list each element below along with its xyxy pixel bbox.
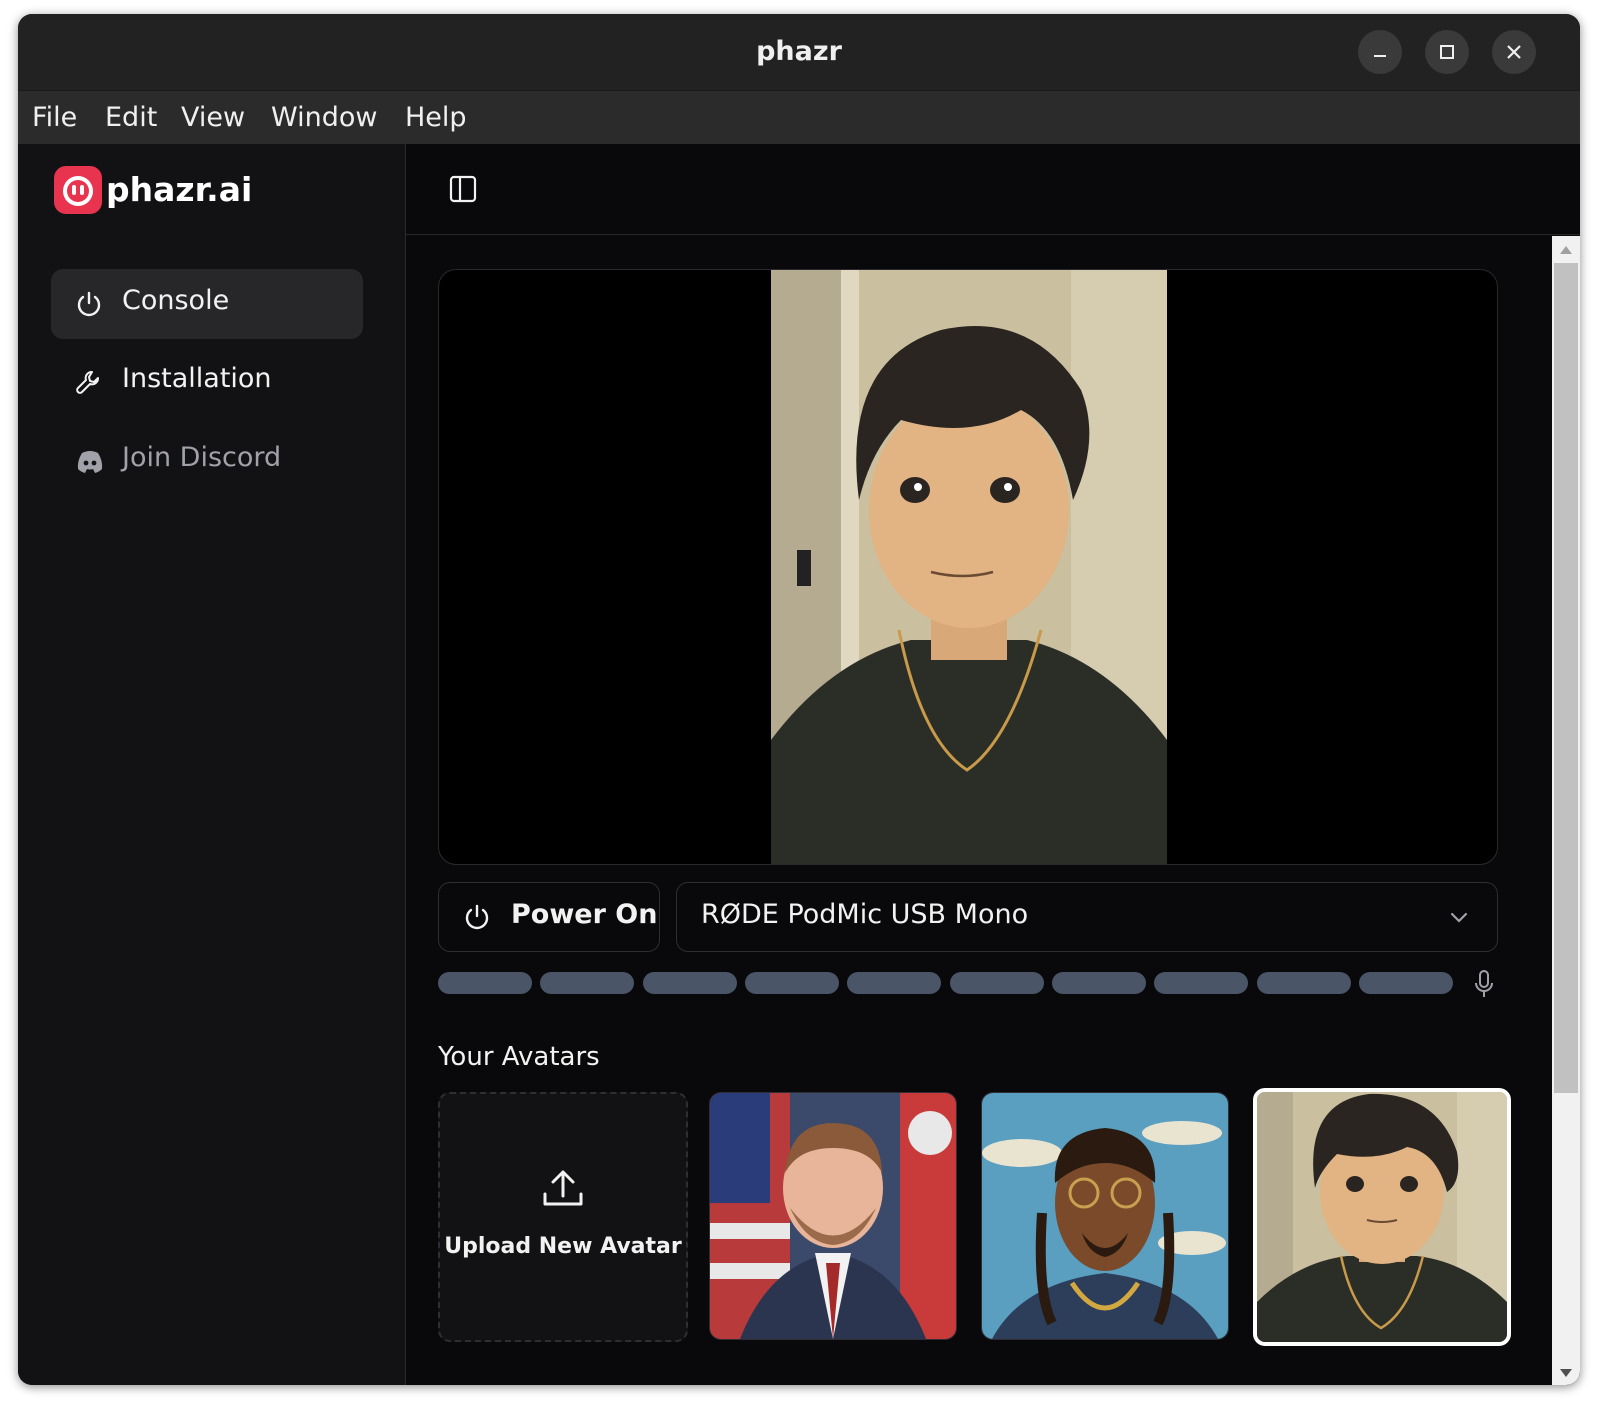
level-segment <box>1154 972 1248 994</box>
level-segment <box>745 972 839 994</box>
avatar-thumbnail <box>710 1093 956 1339</box>
sidebar-toggle-icon[interactable] <box>448 174 478 204</box>
close-button[interactable] <box>1492 30 1536 74</box>
upload-icon <box>543 1170 583 1206</box>
scroll-up-icon[interactable] <box>1560 246 1572 254</box>
minimize-icon <box>1374 55 1386 57</box>
avatar-preview-image <box>771 270 1167 864</box>
main-content: Power On RØDE PodMic USB Mono Your Avata… <box>406 144 1580 1385</box>
phazr-logo-icon <box>54 166 102 214</box>
wrench-icon <box>76 371 99 394</box>
menu-edit[interactable]: Edit <box>105 102 157 133</box>
scrollbar-thumb[interactable] <box>1554 263 1578 1093</box>
sidebar-item-label: Join Discord <box>122 442 282 473</box>
maximize-button[interactable] <box>1425 30 1469 74</box>
menu-window[interactable]: Window <box>271 102 377 133</box>
discord-icon <box>77 451 103 473</box>
logo-text: phazr.ai <box>106 170 253 209</box>
level-segment <box>847 972 941 994</box>
avatar-card[interactable] <box>709 1092 957 1340</box>
avatar-card-selected[interactable] <box>1253 1088 1511 1346</box>
chevron-down-icon <box>1450 912 1468 923</box>
microphone-icon <box>1475 970 1493 997</box>
level-segment <box>540 972 634 994</box>
sidebar-item-label: Console <box>122 285 230 316</box>
top-bar <box>406 144 1580 235</box>
upload-avatar-button[interactable]: Upload New Avatar <box>438 1092 688 1342</box>
sidebar-item-join-discord[interactable]: Join Discord <box>51 426 363 496</box>
menu-bar: File Edit View Window Help <box>18 90 1580 145</box>
sidebar-item-label: Installation <box>122 363 272 394</box>
power-icon <box>465 904 489 930</box>
window-title: phazr <box>756 36 842 67</box>
power-icon <box>77 291 101 317</box>
avatar-thumbnail <box>1257 1092 1507 1342</box>
scroll-down-icon[interactable] <box>1560 1369 1572 1377</box>
level-segment <box>438 972 532 994</box>
minimize-button[interactable] <box>1358 30 1402 74</box>
sidebar: phazr.ai Console Installation Join Disco… <box>18 144 406 1385</box>
sidebar-item-console[interactable]: Console <box>51 269 363 339</box>
level-segment <box>1052 972 1146 994</box>
level-segment <box>1257 972 1351 994</box>
close-icon <box>1507 45 1521 59</box>
avatars-section-title: Your Avatars <box>438 1042 600 1072</box>
menu-file[interactable]: File <box>32 102 77 133</box>
microphone-select-value: RØDE PodMic USB Mono <box>701 899 1029 930</box>
microphone-select[interactable]: RØDE PodMic USB Mono <box>676 882 1498 952</box>
avatar-card[interactable] <box>981 1092 1229 1340</box>
menu-help[interactable]: Help <box>405 102 467 133</box>
level-segment <box>643 972 737 994</box>
menu-view[interactable]: View <box>181 102 245 133</box>
scrollbar[interactable] <box>1552 236 1580 1385</box>
level-segment <box>1359 972 1453 994</box>
avatar-thumbnail <box>982 1093 1228 1339</box>
power-button[interactable]: Power On <box>438 882 660 952</box>
sidebar-item-installation[interactable]: Installation <box>51 347 363 417</box>
level-segment <box>950 972 1044 994</box>
title-bar: phazr <box>18 14 1580 90</box>
video-preview <box>438 269 1498 865</box>
power-button-label: Power On <box>511 899 658 930</box>
maximize-icon <box>1440 45 1454 59</box>
app-window: phazr File Edit View Window Help phazr.a… <box>18 14 1580 1385</box>
upload-avatar-label: Upload New Avatar <box>444 1234 682 1259</box>
